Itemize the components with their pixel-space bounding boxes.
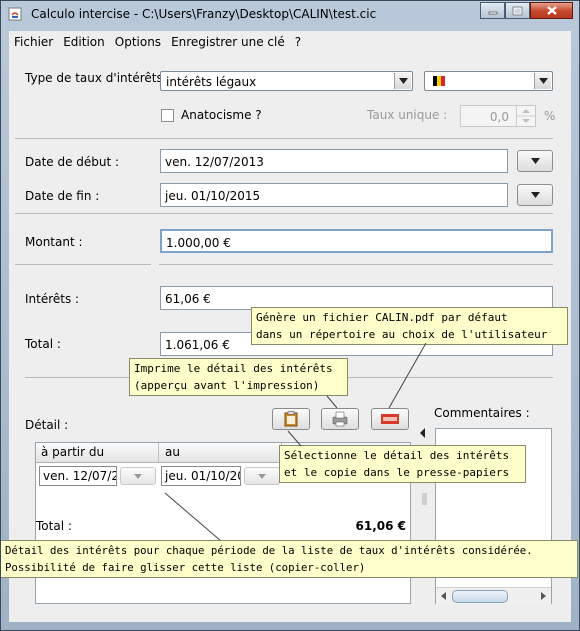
to-date-cell[interactable]: jeu. 01/10/20: [161, 466, 241, 486]
date-debut-picker-button[interactable]: [517, 150, 553, 172]
divider: [15, 264, 151, 265]
java-app-icon: [8, 7, 22, 21]
percent-unit: %: [544, 109, 556, 123]
rate-type-select[interactable]: intérêts légaux: [160, 71, 413, 91]
taux-unique-label: Taux unique :: [367, 108, 448, 122]
rate-type-label: Type de taux d'intérêts :: [25, 71, 171, 85]
table-tooltip-line1: Détail des intérêts pour chaque période …: [5, 544, 533, 557]
total-label: Total :: [25, 337, 61, 351]
close-icon: [546, 6, 557, 15]
total-value: 1.061,06 €: [165, 338, 230, 352]
scrollbar-thumb[interactable]: [452, 590, 508, 603]
splitter-grip[interactable]: [422, 493, 427, 505]
to-date-picker-button[interactable]: [244, 467, 280, 485]
maximize-icon: [512, 6, 523, 15]
chevron-down-icon: [530, 158, 540, 164]
montant-label: Montant :: [25, 235, 83, 249]
print-tooltip-line1: Imprime le détail des intérêts: [134, 362, 333, 375]
divider: [159, 264, 553, 265]
window-controls: [480, 2, 573, 20]
country-select[interactable]: [424, 71, 553, 91]
copy-button[interactable]: [272, 408, 310, 430]
date-debut-field[interactable]: ven. 12/07/2013: [160, 149, 508, 173]
divider: [15, 213, 553, 214]
montant-field[interactable]: 1.000,00 €: [160, 229, 553, 253]
pdf-button[interactable]: [371, 408, 409, 430]
comments-label: Commentaires :: [434, 406, 530, 420]
chevron-down-icon: [134, 473, 142, 479]
date-fin-field[interactable]: jeu. 01/10/2015: [160, 183, 508, 207]
detail-total-label: Total :: [36, 519, 72, 533]
title-bar[interactable]: Calculo intercise - C:\Users\Franzy\Desk…: [1, 1, 579, 28]
copy-tooltip-line2: et le copie dans le presse-papiers: [284, 466, 510, 479]
date-fin-picker-button[interactable]: [517, 184, 553, 206]
table-tooltip: Détail des intérêts pour chaque période …: [1, 540, 578, 578]
column-separator[interactable]: [158, 443, 159, 462]
scroll-left-icon: [441, 592, 446, 600]
interets-value: 61,06 €: [165, 292, 211, 306]
menu-bar: Fichier Edition Options Enregistrer une …: [9, 31, 571, 53]
taux-unique-spinner[interactable]: 0,0: [460, 105, 536, 127]
chevron-down-icon: [258, 473, 266, 479]
pdf-tooltip-line2: dans un répertoire au choix de l'utilisa…: [256, 328, 548, 341]
montant-value: 1.000,00 €: [166, 236, 231, 250]
copy-tooltip: Sélectionne le détail des intérêts et le…: [279, 445, 526, 483]
chevron-left-icon: [420, 428, 425, 438]
scroll-right-icon: [541, 592, 546, 600]
date-debut-label: Date de début :: [25, 155, 120, 169]
menu-fichier[interactable]: Fichier: [9, 35, 58, 49]
minimize-button[interactable]: [480, 2, 505, 19]
menu-edition[interactable]: Edition: [58, 35, 110, 49]
anatocisme-label: Anatocisme ?: [181, 108, 262, 122]
print-tooltip-line2: (apperçu avant l'impression): [134, 379, 320, 392]
main-panel: Type de taux d'intérêts : intérêts légau…: [9, 53, 571, 622]
date-fin-value: jeu. 01/10/2015: [165, 189, 261, 203]
maximize-button[interactable]: [505, 2, 530, 19]
detail-label: Détail :: [25, 418, 69, 432]
print-tooltip: Imprime le détail des intérêts (apperçu …: [129, 358, 348, 396]
menu-enregistrer-cle[interactable]: Enregistrer une clé: [166, 35, 290, 49]
date-fin-label: Date de fin :: [25, 189, 100, 203]
copy-tooltip-line1: Sélectionne le détail des intérêts: [284, 449, 510, 462]
belgium-flag-icon: [433, 76, 445, 86]
close-button[interactable]: [530, 2, 573, 19]
pdf-icon: [381, 414, 399, 424]
spinner-arrows-icon: [517, 109, 535, 123]
divider: [15, 138, 553, 139]
rate-type-value: intérêts légaux: [166, 75, 257, 89]
app-window: Calculo intercise - C:\Users\Franzy\Desk…: [0, 0, 580, 631]
pdf-tooltip: Génère un fichier CALIN.pdf par défaut d…: [251, 307, 568, 345]
menu-help[interactable]: ?: [290, 35, 306, 49]
window-title: Calculo intercise - C:\Users\Franzy\Desk…: [31, 7, 377, 21]
print-button[interactable]: [321, 408, 359, 430]
menu-options[interactable]: Options: [110, 35, 166, 49]
spinner-buttons[interactable]: [516, 106, 535, 126]
anatocisme-checkbox[interactable]: [161, 109, 174, 122]
pdf-tooltip-line1: Génère un fichier CALIN.pdf par défaut: [256, 311, 508, 324]
chevron-down-icon: [394, 73, 411, 89]
chevron-down-icon: [534, 73, 551, 89]
comments-horizontal-scrollbar[interactable]: [436, 587, 551, 604]
column-header-to[interactable]: au: [165, 445, 180, 459]
chevron-down-icon: [530, 192, 540, 198]
from-date-picker-button[interactable]: [120, 467, 156, 485]
table-tooltip-line2: Possibilité de faire glisser cette liste…: [5, 561, 366, 574]
taux-unique-value: 0,0: [489, 110, 509, 124]
printer-icon: [332, 411, 348, 427]
clipboard-icon: [284, 411, 298, 427]
column-header-from[interactable]: à partir du: [41, 445, 104, 459]
date-debut-value: ven. 12/07/2013: [165, 155, 264, 169]
interets-label: Intérêts :: [25, 292, 80, 306]
minimize-icon: [488, 11, 497, 14]
detail-total-value: 61,06 €: [355, 519, 406, 533]
from-date-cell[interactable]: ven. 12/07/20: [39, 466, 117, 486]
